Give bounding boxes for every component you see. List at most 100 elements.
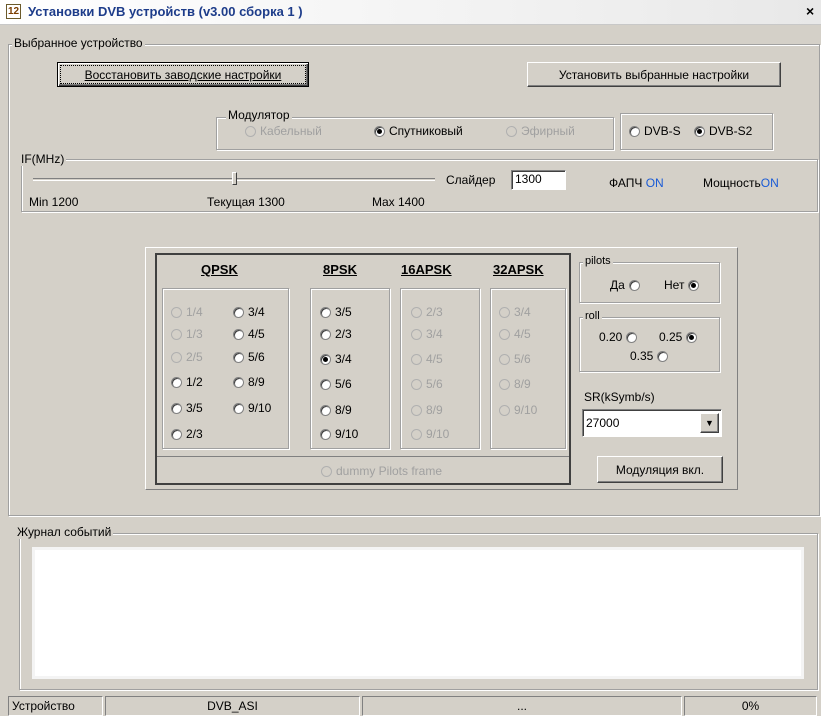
restore-defaults-button[interactable]: Восстановить заводские настройки [57, 62, 309, 87]
radio-circle [626, 331, 638, 343]
16apsk-8-9-radio[interactable]: 8/9 [411, 403, 443, 417]
radio-label: DVB-S2 [709, 124, 753, 138]
radio-label: 3/5 [186, 401, 203, 415]
modulator-terrestrial-radio[interactable]: Эфирный [506, 124, 575, 138]
16apsk-header: 16APSK [401, 262, 452, 277]
radio-label: 1/4 [186, 305, 203, 319]
power-indicator: МощностьON [703, 176, 779, 190]
8psk-2-3-radio[interactable]: 2/3 [320, 327, 352, 341]
pll-label: ФАПЧ [609, 176, 643, 190]
radio-label: 5/6 [335, 377, 352, 391]
sr-combobox[interactable]: 27000 ▼ [582, 409, 722, 437]
log-group-label: Журнал событий [15, 525, 114, 539]
radio-circle [233, 351, 244, 363]
radio-circle [374, 125, 385, 137]
8psk-header: 8PSK [323, 262, 357, 277]
dummy-pilots-frame-radio[interactable]: dummy Pilots frame [321, 464, 442, 478]
qpsk-1-2-radio[interactable]: 1/2 [171, 375, 203, 389]
radio-circle [499, 353, 510, 365]
dvb-s2-radio[interactable]: DVB-S2 [694, 124, 752, 138]
radio-circle [233, 402, 244, 414]
sr-label: SR(kSymb/s) [584, 390, 655, 404]
radio-label: 9/10 [335, 427, 359, 441]
roll-0-25-radio[interactable]: 0.25 [659, 330, 698, 344]
radio-circle [411, 328, 422, 340]
radio-label: Нет [664, 278, 685, 292]
radio-circle [499, 306, 510, 318]
qpsk-header: QPSK [201, 262, 238, 277]
16apsk-3-4-radio[interactable]: 3/4 [411, 327, 443, 341]
qpsk-1-3-radio[interactable]: 1/3 [171, 327, 203, 341]
modulation-on-button[interactable]: Модуляция вкл. [597, 456, 723, 483]
32apsk-5-6-radio[interactable]: 5/6 [499, 352, 531, 366]
16apsk-4-5-radio[interactable]: 4/5 [411, 352, 443, 366]
radio-circle [686, 331, 698, 343]
slider-value-field[interactable]: 1300 [511, 170, 566, 190]
modulator-cable-radio[interactable]: Кабельный [245, 124, 322, 138]
pilots-no-radio[interactable]: Нет [664, 278, 700, 292]
window-title: Установки DVB устройств (v3.00 сборка 1 … [28, 4, 303, 19]
if-group-label: IF(MHz) [19, 152, 67, 166]
modulator-satellite-radio[interactable]: Спутниковый [374, 124, 463, 138]
radio-label: 5/6 [514, 352, 531, 366]
radio-label: 2/3 [186, 427, 203, 441]
radio-circle [320, 353, 331, 365]
qpsk-2-5-radio[interactable]: 2/5 [171, 350, 203, 364]
dvb-s-radio[interactable]: DVB-S [629, 124, 681, 138]
radio-label: DVB-S [644, 124, 681, 138]
power-label: Мощность [703, 176, 761, 190]
32apsk-header: 32APSK [493, 262, 544, 277]
8psk-9-10-radio[interactable]: 9/10 [320, 427, 358, 441]
apply-settings-button[interactable]: Установить выбранные настройки [527, 62, 781, 87]
radio-circle [499, 328, 510, 340]
8psk-3-4-radio[interactable]: 3/4 [320, 352, 352, 366]
radio-label: 8/9 [426, 403, 443, 417]
radio-label: 5/6 [426, 377, 443, 391]
8psk-8-9-radio[interactable]: 8/9 [320, 403, 352, 417]
qpsk-4-5-radio[interactable]: 4/5 [233, 327, 265, 341]
roll-0-35-radio[interactable]: 0.35 [630, 349, 669, 363]
qpsk-2-3-radio[interactable]: 2/3 [171, 427, 203, 441]
8psk-3-5-radio[interactable]: 3/5 [320, 305, 352, 319]
32apsk-9-10-radio[interactable]: 9/10 [499, 403, 537, 417]
radio-label: 4/5 [426, 352, 443, 366]
qpsk-5-6-radio[interactable]: 5/6 [233, 350, 265, 364]
radio-label: 8/9 [248, 375, 265, 389]
radio-circle [628, 279, 640, 291]
if-slider-thumb[interactable] [232, 172, 237, 185]
pilots-group-label: pilots [583, 255, 613, 267]
chevron-down-icon[interactable]: ▼ [700, 413, 719, 433]
pilots-yes-radio[interactable]: Да [610, 278, 640, 292]
16apsk-5-6-radio[interactable]: 5/6 [411, 377, 443, 391]
device-group-label: Выбранное устройство [12, 36, 145, 50]
radio-label: 5/6 [248, 350, 265, 364]
radio-circle [506, 125, 517, 137]
roll-0-20-radio[interactable]: 0.20 [599, 330, 638, 344]
radio-circle [411, 353, 422, 365]
roll-group [579, 317, 720, 372]
radio-label: Да [610, 278, 625, 292]
32apsk-8-9-radio[interactable]: 8/9 [499, 377, 531, 391]
modulator-group-label: Модулятор [226, 108, 292, 122]
8psk-5-6-radio[interactable]: 5/6 [320, 377, 352, 391]
radio-label: 3/5 [335, 305, 352, 319]
16apsk-2-3-radio[interactable]: 2/3 [411, 305, 443, 319]
32apsk-3-4-radio[interactable]: 3/4 [499, 305, 531, 319]
roll-group-label: roll [583, 310, 602, 322]
qpsk-3-4-radio[interactable]: 3/4 [233, 305, 265, 319]
radio-label: 3/4 [514, 305, 531, 319]
close-icon[interactable]: × [806, 3, 814, 19]
radio-circle [171, 402, 182, 414]
qpsk-8-9-radio[interactable]: 8/9 [233, 375, 265, 389]
radio-circle [233, 306, 244, 318]
qpsk-1-4-radio[interactable]: 1/4 [171, 305, 203, 319]
qpsk-3-5-radio[interactable]: 3/5 [171, 401, 203, 415]
log-textarea[interactable] [35, 550, 801, 676]
radio-label: 2/5 [186, 350, 203, 364]
radio-label: 1/2 [186, 375, 203, 389]
qpsk-9-10-radio[interactable]: 9/10 [233, 401, 271, 415]
16apsk-9-10-radio[interactable]: 9/10 [411, 427, 449, 441]
32apsk-4-5-radio[interactable]: 4/5 [499, 327, 531, 341]
if-current-text: Текущая 1300 [207, 195, 285, 209]
radio-circle [629, 125, 640, 137]
